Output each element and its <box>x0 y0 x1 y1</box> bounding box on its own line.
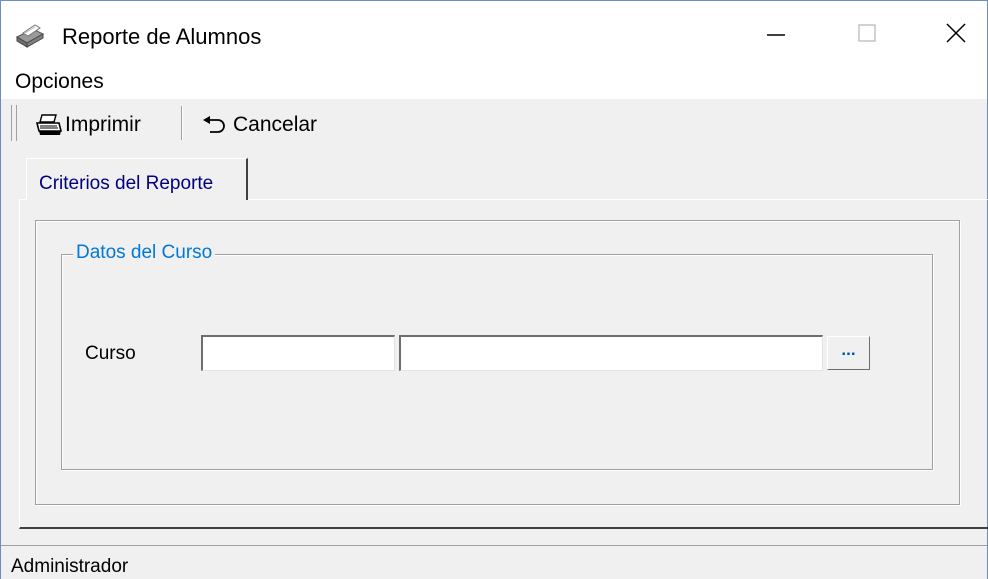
course-code-input[interactable] <box>201 335 395 371</box>
undo-arrow-icon <box>201 115 227 135</box>
cancel-button[interactable]: Cancelar <box>201 111 317 139</box>
cancel-button-label: Cancelar <box>233 113 318 136</box>
tab-label: Criterios del Reporte <box>39 173 214 194</box>
course-name-input[interactable] <box>399 335 823 371</box>
printer-icon <box>35 113 63 137</box>
toolbar: Imprimir Cancelar <box>1 98 987 146</box>
window-title: Reporte de Alumnos <box>62 24 262 49</box>
close-button[interactable] <box>933 13 979 57</box>
browse-course-button[interactable]: ... <box>827 336 870 370</box>
close-icon <box>945 22 967 49</box>
menu-bar: Opciones <box>1 61 987 98</box>
curso-label: Curso <box>85 343 136 364</box>
maximize-button[interactable] <box>844 13 890 57</box>
status-user: Administrador <box>11 556 129 577</box>
print-button-label: Imprimir <box>65 113 141 136</box>
toolbar-separator <box>181 106 183 140</box>
title-bar: Reporte de Alumnos <box>1 1 987 61</box>
toolbar-grip[interactable] <box>11 105 17 141</box>
group-title: Datos del Curso <box>73 241 216 265</box>
tab-criterios-del-reporte[interactable]: Criterios del Reporte <box>26 158 248 200</box>
maximize-icon <box>857 23 877 48</box>
printer-icon <box>13 21 47 49</box>
minimize-icon <box>766 23 786 48</box>
report-window: Reporte de Alumnos Opciones Imprimir Can… <box>0 0 988 579</box>
print-button[interactable]: Imprimir <box>35 111 141 139</box>
menu-opciones[interactable]: Opciones <box>15 70 104 94</box>
minimize-button[interactable] <box>753 13 799 57</box>
status-bar: Administrador <box>1 545 987 579</box>
